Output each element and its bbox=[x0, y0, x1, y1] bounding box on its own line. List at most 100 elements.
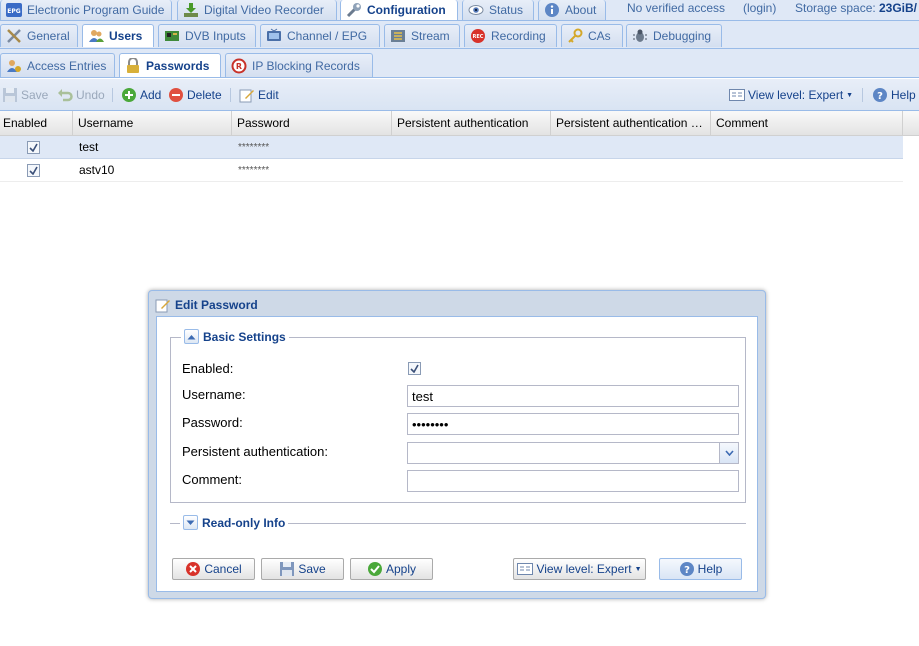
users-tab-bar: Access Entries Passwords R IP Blocking R… bbox=[0, 49, 919, 78]
enabled-checkbox[interactable] bbox=[22, 164, 40, 178]
tab-label: Electronic Program Guide bbox=[27, 3, 165, 17]
toolbar-separator bbox=[112, 88, 113, 102]
dialog-title-bar[interactable]: Edit Password bbox=[155, 295, 258, 315]
users-icon bbox=[88, 28, 104, 44]
persistent-auth-select[interactable] bbox=[407, 442, 739, 464]
tab-epg[interactable]: EPG Electronic Program Guide bbox=[0, 0, 172, 20]
tab-label: Status bbox=[489, 3, 524, 17]
tab-channel-epg[interactable]: Channel / EPG bbox=[260, 24, 380, 47]
chevron-down-icon: ▼ bbox=[846, 91, 854, 99]
toolbar-separator bbox=[230, 88, 231, 102]
tab-configuration[interactable]: Configuration bbox=[340, 0, 458, 20]
bug-icon bbox=[632, 28, 648, 44]
tab-label: Access Entries bbox=[27, 58, 107, 73]
delete-button[interactable]: Delete bbox=[168, 87, 222, 103]
tools-icon bbox=[6, 28, 22, 44]
tab-label: DVB Inputs bbox=[185, 29, 246, 43]
svg-text:REC: REC bbox=[473, 34, 484, 40]
add-icon bbox=[121, 87, 137, 103]
tab-dvr[interactable]: Digital Video Recorder bbox=[177, 0, 337, 20]
svg-text:R: R bbox=[236, 62, 242, 71]
tab-label: About bbox=[565, 3, 597, 17]
username-cell: astv10 bbox=[79, 163, 115, 177]
key-icon bbox=[567, 28, 583, 44]
column-persistent-auth-2[interactable]: Persistent authentication … bbox=[551, 111, 711, 136]
tab-general[interactable]: General bbox=[0, 24, 78, 47]
tab-label: Passwords bbox=[146, 58, 210, 73]
tab-label: Users bbox=[109, 29, 143, 43]
dialog-view-level-button[interactable]: View level: Expert ▼ bbox=[513, 558, 646, 580]
password-field[interactable] bbox=[407, 413, 739, 435]
tab-ip-blocking[interactable]: R IP Blocking Records bbox=[225, 53, 373, 77]
help-button[interactable]: ? Help bbox=[872, 87, 916, 103]
tab-dvb-inputs[interactable]: DVB Inputs bbox=[158, 24, 256, 47]
chevron-down-icon[interactable] bbox=[719, 443, 738, 463]
access-icon bbox=[6, 58, 22, 74]
storage-value: 23GiB/ bbox=[879, 1, 918, 15]
password-cell: ******** bbox=[238, 142, 270, 153]
tab-users[interactable]: Users bbox=[82, 24, 154, 47]
enabled-checkbox[interactable] bbox=[408, 362, 421, 375]
view-level-icon bbox=[517, 561, 534, 577]
tab-stream[interactable]: Stream bbox=[384, 24, 460, 47]
apply-button[interactable]: Apply bbox=[350, 558, 433, 580]
persistent-auth-label: Persistent authentication: bbox=[182, 444, 328, 459]
username-cell: test bbox=[79, 140, 99, 154]
password-label: Password: bbox=[182, 415, 243, 430]
tab-label: Channel / EPG bbox=[287, 29, 368, 43]
tab-status[interactable]: Status bbox=[462, 0, 534, 20]
comment-label: Comment: bbox=[182, 472, 242, 487]
tab-label: Digital Video Recorder bbox=[204, 3, 324, 17]
tab-label: Configuration bbox=[367, 3, 446, 17]
tab-passwords[interactable]: Passwords bbox=[119, 53, 221, 77]
download-icon bbox=[183, 2, 199, 18]
tab-label: CAs bbox=[588, 29, 611, 43]
block-icon: R bbox=[231, 58, 247, 74]
undo-button[interactable]: Undo bbox=[57, 87, 105, 103]
cancel-button[interactable]: Cancel bbox=[172, 558, 255, 580]
column-username[interactable]: Username bbox=[73, 111, 232, 136]
username-field[interactable] bbox=[407, 385, 739, 407]
save-button[interactable]: Save bbox=[2, 87, 48, 103]
column-password[interactable]: Password bbox=[232, 111, 392, 136]
dialog-help-button[interactable]: ? Help bbox=[659, 558, 742, 580]
login-link[interactable]: (login) bbox=[743, 0, 776, 20]
expand-icon[interactable] bbox=[183, 515, 198, 530]
tab-cas[interactable]: CAs bbox=[561, 24, 623, 47]
comment-field[interactable] bbox=[407, 470, 739, 492]
column-comment[interactable]: Comment bbox=[711, 111, 903, 136]
table-row[interactable]: test ******** bbox=[0, 136, 903, 159]
tab-debugging[interactable]: Debugging bbox=[626, 24, 722, 47]
apply-icon bbox=[367, 561, 383, 577]
view-level-button[interactable]: View level: Expert ▼ bbox=[729, 87, 853, 103]
help-icon: ? bbox=[679, 561, 695, 577]
column-enabled[interactable]: Enabled bbox=[0, 111, 73, 136]
chevron-down-icon: ▼ bbox=[634, 565, 642, 573]
column-persistent-auth[interactable]: Persistent authentication bbox=[392, 111, 551, 136]
edit-icon bbox=[155, 297, 171, 313]
tab-label: Debugging bbox=[653, 29, 712, 43]
basic-settings-legend[interactable]: Basic Settings bbox=[181, 329, 289, 344]
cancel-icon bbox=[185, 561, 201, 577]
view-level-icon bbox=[729, 87, 745, 103]
table-row[interactable]: astv10 ******** bbox=[0, 159, 903, 182]
lock-icon bbox=[125, 57, 141, 74]
collapse-icon[interactable] bbox=[184, 329, 199, 344]
enabled-checkbox[interactable] bbox=[22, 141, 40, 155]
tab-about[interactable]: About bbox=[538, 0, 606, 20]
edit-button[interactable]: Edit bbox=[239, 87, 279, 103]
epg-icon: EPG bbox=[6, 2, 22, 18]
dialog-save-button[interactable]: Save bbox=[261, 558, 344, 580]
delete-icon bbox=[168, 87, 184, 103]
edit-icon bbox=[239, 87, 255, 103]
basic-settings-fieldset: Basic Settings Enabled: Username: Passwo… bbox=[170, 329, 746, 503]
svg-text:?: ? bbox=[877, 91, 883, 102]
enabled-label: Enabled: bbox=[182, 361, 234, 376]
tab-label: Recording bbox=[491, 29, 546, 43]
add-button[interactable]: Add bbox=[121, 87, 161, 103]
readonly-info-legend[interactable]: Read-only Info bbox=[180, 515, 289, 530]
grid-header: Enabled Username Password Persistent aut… bbox=[0, 111, 919, 136]
toolbar-separator bbox=[862, 88, 863, 102]
tab-recording[interactable]: REC Recording bbox=[464, 24, 557, 47]
tab-access-entries[interactable]: Access Entries bbox=[0, 53, 115, 77]
